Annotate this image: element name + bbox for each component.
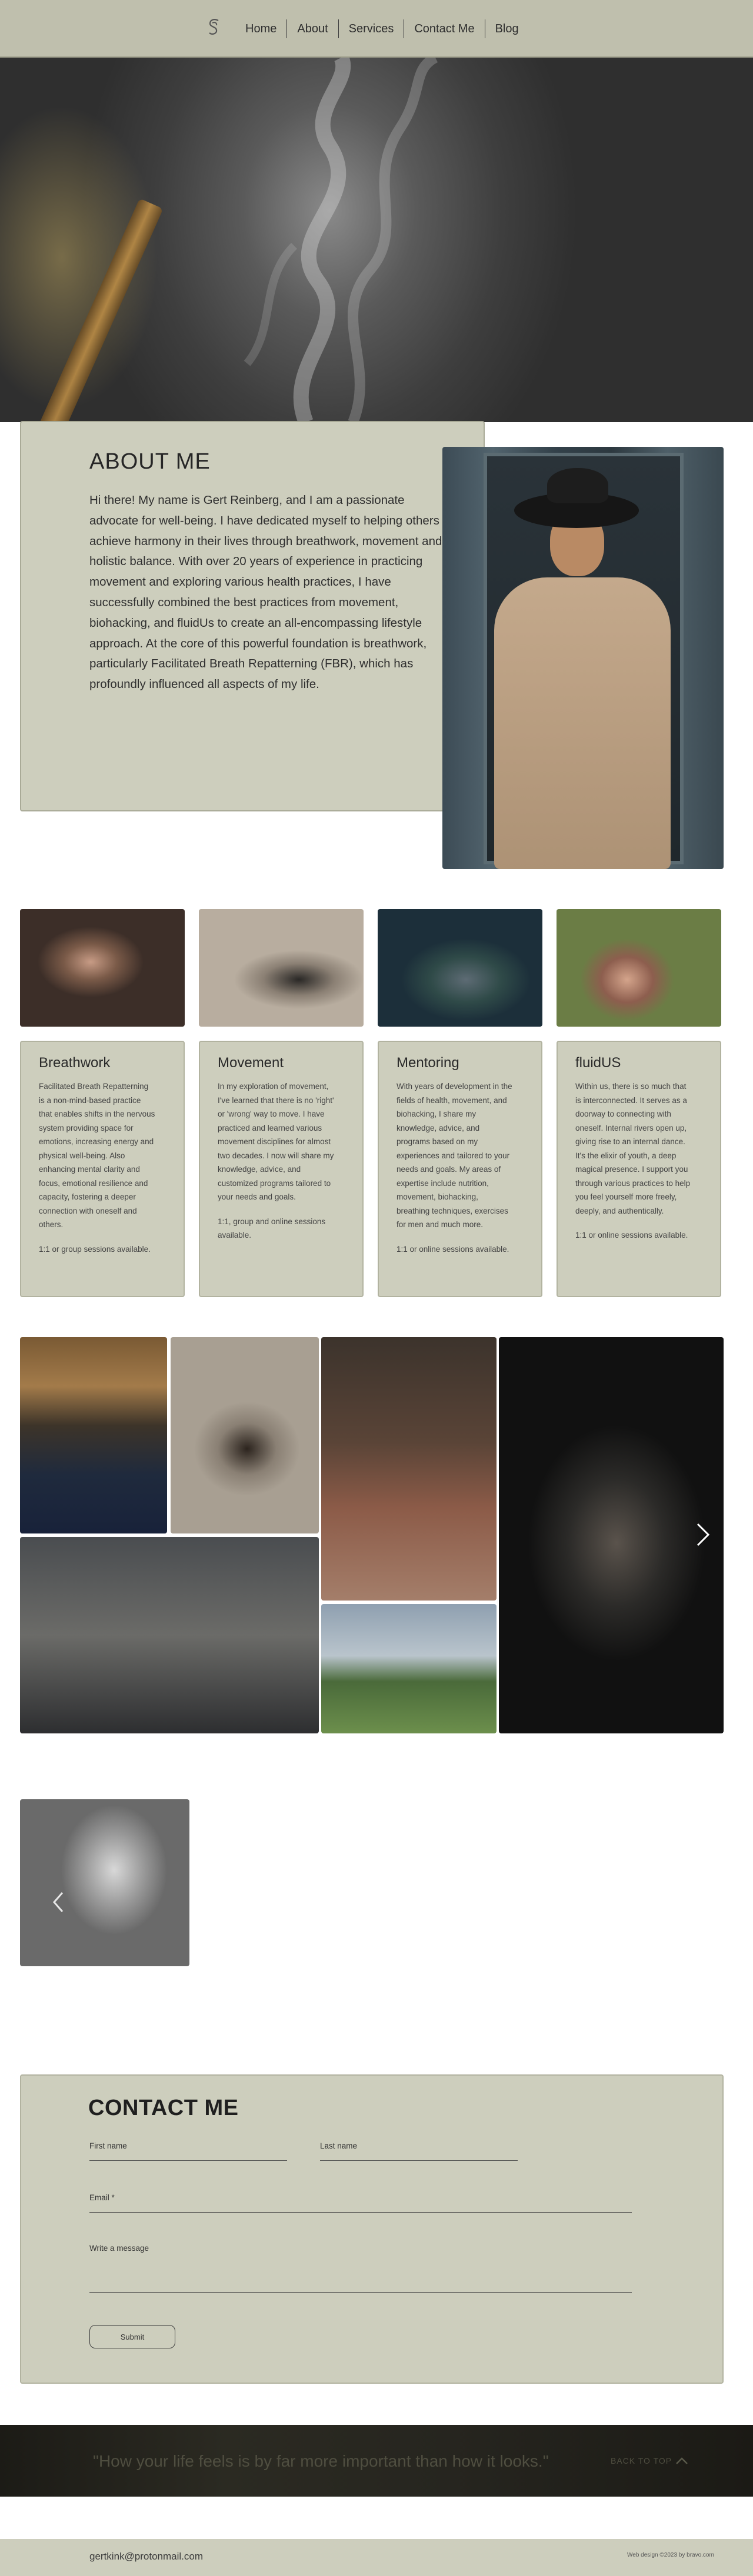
gallery-photo-smoke-portrait[interactable] <box>499 1337 724 1733</box>
message-input[interactable] <box>89 2290 632 2304</box>
service-card-fluidus: fluidUS Within us, there is so much that… <box>557 1041 721 1297</box>
service-title: Movement <box>218 1055 284 1071</box>
gallery-photo-ceremony[interactable] <box>171 1337 319 1533</box>
nav-blog-link[interactable]: Blog <box>484 19 529 38</box>
footer-email-link[interactable]: gertkink@protonmail.com <box>89 2551 203 2562</box>
gallery-photo-rice-field[interactable] <box>321 1604 497 1733</box>
slider-image <box>20 1799 189 1966</box>
site-header: Home About Services Contact Me Blog <box>0 0 753 58</box>
service-card-mentoring: Mentoring With years of development in t… <box>378 1041 542 1297</box>
breathwork-image <box>20 909 185 1027</box>
service-availability: 1:1 or group sessions available. <box>39 1244 151 1254</box>
portrait-photo <box>442 447 724 869</box>
message-label: Write a message <box>89 2244 149 2253</box>
email-field[interactable] <box>89 2210 632 2224</box>
service-description: Within us, there is so much that is inte… <box>575 1082 691 1215</box>
back-to-top-link[interactable]: BACK TO TOP <box>611 2456 672 2465</box>
about-title: ABOUT ME <box>89 449 211 474</box>
mentoring-image <box>378 909 542 1027</box>
logo-icon[interactable] <box>207 18 222 38</box>
slider-prev-arrow-icon[interactable] <box>52 1891 65 1913</box>
email-input[interactable] <box>89 2210 632 2224</box>
first-name-input[interactable] <box>89 2159 287 2172</box>
movement-image <box>199 909 364 1027</box>
last-name-field[interactable] <box>320 2159 518 2172</box>
email-label: Email * <box>89 2193 115 2202</box>
chevron-up-icon[interactable] <box>674 2453 689 2468</box>
service-availability: 1:1, group and online sessions available… <box>218 1217 326 1240</box>
service-availability: 1:1 or online sessions available. <box>397 1244 509 1254</box>
gallery-photo-session[interactable] <box>321 1337 497 1601</box>
gallery-photo-massage[interactable] <box>20 1337 167 1533</box>
service-title: fluidUS <box>575 1055 621 1071</box>
last-name-input[interactable] <box>320 2159 518 2172</box>
nav-about-link[interactable]: About <box>286 19 338 38</box>
service-title: Mentoring <box>397 1055 459 1071</box>
quote-text: "How your life feels is by far more impo… <box>93 2452 549 2470</box>
nav-contact-link[interactable]: Contact Me <box>404 19 484 38</box>
gallery-next-arrow-icon[interactable] <box>695 1522 711 1548</box>
message-field[interactable] <box>89 2290 632 2304</box>
contact-title: CONTACT ME <box>88 2096 239 2120</box>
last-name-label: Last name <box>320 2141 358 2150</box>
service-description: Facilitated Breath Repatterning is a non… <box>39 1082 155 1229</box>
person-body <box>494 577 671 869</box>
first-name-label: First name <box>89 2141 127 2150</box>
hero-image <box>0 58 753 422</box>
hat-crown-top <box>547 468 608 503</box>
smoke-illustration <box>244 58 438 422</box>
service-description: With years of development in the fields … <box>397 1082 512 1229</box>
first-name-field[interactable] <box>89 2159 287 2172</box>
service-title: Breathwork <box>39 1055 111 1071</box>
fluidus-image <box>557 909 721 1027</box>
service-description: In my exploration of movement, I've lear… <box>218 1082 334 1201</box>
service-availability: 1:1 or online sessions available. <box>575 1231 688 1239</box>
service-card-movement: Movement In my exploration of movement, … <box>199 1041 364 1297</box>
service-card-breathwork: Breathwork Facilitated Breath Repatterni… <box>20 1041 185 1297</box>
main-nav: Home About Services Contact Me Blog <box>235 19 529 38</box>
footer-credit: Web design ©2023 by bravo.com <box>627 2552 714 2558</box>
submit-button[interactable]: Submit <box>89 2325 175 2348</box>
nav-services-link[interactable]: Services <box>338 19 404 38</box>
about-text: Hi there! My name is Gert Reinberg, and … <box>89 493 446 691</box>
gallery-photo-gym[interactable] <box>20 1537 319 1733</box>
nav-home-link[interactable]: Home <box>235 19 286 38</box>
